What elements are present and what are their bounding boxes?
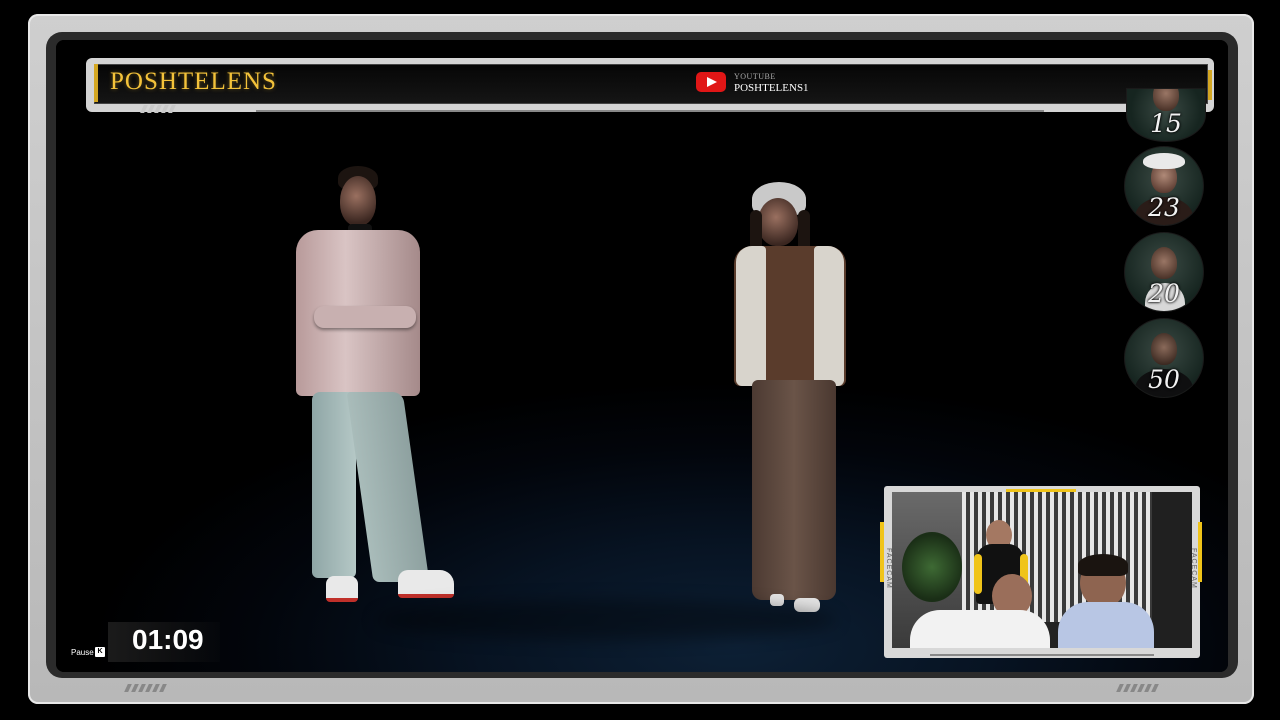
hash-decoration-top-left — [140, 105, 176, 113]
hash-decoration-bottom-left — [124, 684, 167, 692]
header-underline — [256, 110, 1044, 112]
contestant-man — [296, 166, 456, 606]
facecam-accent-right — [1198, 522, 1202, 582]
youtube-channel-name: POSHTELENS1 — [734, 82, 809, 94]
floor-shadow — [376, 600, 836, 640]
score-value: 20 — [1148, 279, 1180, 308]
youtube-logo-icon — [696, 72, 726, 92]
facecam-video — [892, 492, 1192, 648]
score-avatar-3: 20 — [1124, 232, 1204, 312]
hash-decoration-bottom-right — [1116, 684, 1159, 692]
pause-button[interactable]: Pause — [71, 648, 94, 657]
score-avatar-4: 50 — [1124, 318, 1204, 398]
timer-display: 01:09 — [132, 624, 204, 655]
score-avatar-2: 23 — [1124, 146, 1204, 226]
header-accent-right — [1208, 70, 1212, 100]
score-value: 15 — [1150, 109, 1182, 138]
facecam-label-left: FACECAM — [885, 548, 892, 589]
youtube-label: YOUTUBE — [734, 72, 776, 81]
facecam-accent-left — [880, 522, 884, 582]
header-accent-left — [94, 64, 98, 102]
score-value: 50 — [1148, 365, 1180, 394]
contestant-woman — [728, 180, 858, 620]
brand-title: POSHTELENS — [110, 68, 277, 95]
facecam-underline — [930, 654, 1154, 656]
pause-shortcut-key: K — [95, 647, 105, 657]
score-value: 23 — [1148, 193, 1180, 222]
score-avatar-1: 15 — [1126, 88, 1206, 142]
